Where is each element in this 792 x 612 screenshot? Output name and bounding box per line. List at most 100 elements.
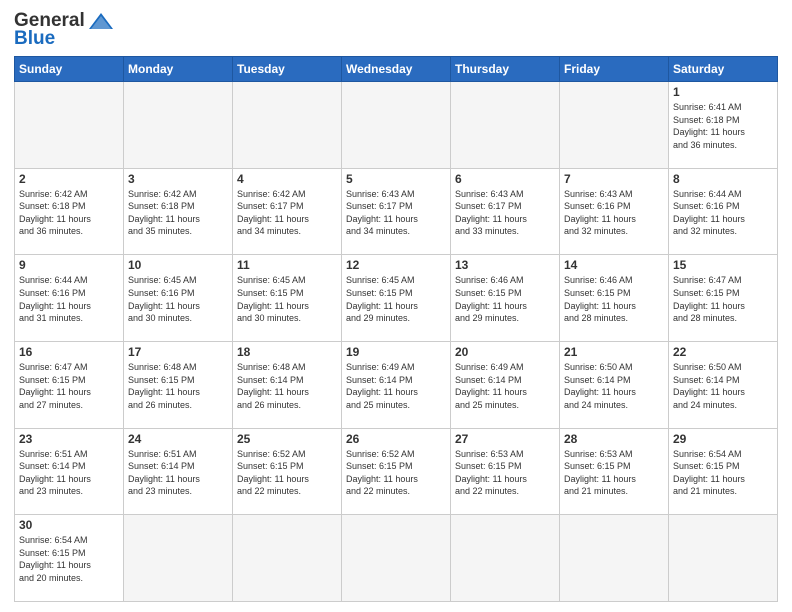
calendar-cell: 20Sunrise: 6:49 AM Sunset: 6:14 PM Dayli… xyxy=(451,341,560,428)
calendar-cell: 22Sunrise: 6:50 AM Sunset: 6:14 PM Dayli… xyxy=(669,341,778,428)
day-number: 3 xyxy=(128,172,228,186)
calendar-cell: 15Sunrise: 6:47 AM Sunset: 6:15 PM Dayli… xyxy=(669,255,778,342)
calendar-cell xyxy=(451,515,560,602)
calendar-cell xyxy=(124,82,233,169)
day-info: Sunrise: 6:48 AM Sunset: 6:14 PM Dayligh… xyxy=(237,361,337,411)
weekday-header-saturday: Saturday xyxy=(669,57,778,82)
day-number: 26 xyxy=(346,432,446,446)
day-info: Sunrise: 6:43 AM Sunset: 6:16 PM Dayligh… xyxy=(564,188,664,238)
day-info: Sunrise: 6:46 AM Sunset: 6:15 PM Dayligh… xyxy=(455,274,555,324)
day-number: 23 xyxy=(19,432,119,446)
calendar-cell xyxy=(124,515,233,602)
calendar-cell: 8Sunrise: 6:44 AM Sunset: 6:16 PM Daylig… xyxy=(669,168,778,255)
day-info: Sunrise: 6:42 AM Sunset: 6:17 PM Dayligh… xyxy=(237,188,337,238)
calendar-cell: 1 Sunrise: 6:41 AM Sunset: 6:18 PM Daylig… xyxy=(669,82,778,169)
day-info: Sunrise: 6:48 AM Sunset: 6:15 PM Dayligh… xyxy=(128,361,228,411)
calendar-cell: 30Sunrise: 6:54 AM Sunset: 6:15 PM Dayli… xyxy=(15,515,124,602)
calendar-week-row: 30Sunrise: 6:54 AM Sunset: 6:15 PM Dayli… xyxy=(15,515,778,602)
day-number: 18 xyxy=(237,345,337,359)
day-number: 8 xyxy=(673,172,773,186)
day-number: 13 xyxy=(455,258,555,272)
day-info: Sunrise: 6:54 AM Sunset: 6:15 PM Dayligh… xyxy=(673,448,773,498)
day-number: 4 xyxy=(237,172,337,186)
day-info: Sunrise: 6:49 AM Sunset: 6:14 PM Dayligh… xyxy=(346,361,446,411)
calendar-cell: 29 Sunrise: 6:54 AM Sunset: 6:15 PM Dayli… xyxy=(669,428,778,515)
day-info: Sunrise: 6:42 AM Sunset: 6:18 PM Dayligh… xyxy=(128,188,228,238)
calendar-cell: 9Sunrise: 6:44 AM Sunset: 6:16 PM Daylig… xyxy=(15,255,124,342)
calendar-cell: 3 Sunrise: 6:42 AM Sunset: 6:18 PM Daylig… xyxy=(124,168,233,255)
weekday-header-monday: Monday xyxy=(124,57,233,82)
day-number: 27 xyxy=(455,432,555,446)
day-number: 19 xyxy=(346,345,446,359)
day-info: Sunrise: 6:52 AM Sunset: 6:15 PM Dayligh… xyxy=(346,448,446,498)
day-info: Sunrise: 6:45 AM Sunset: 6:15 PM Dayligh… xyxy=(346,274,446,324)
day-number: 12 xyxy=(346,258,446,272)
calendar-cell: 17 Sunrise: 6:48 AM Sunset: 6:15 PM Dayli… xyxy=(124,341,233,428)
day-number: 1 xyxy=(673,85,773,99)
calendar-week-row: 1 Sunrise: 6:41 AM Sunset: 6:18 PM Daylig… xyxy=(15,82,778,169)
calendar-cell xyxy=(451,82,560,169)
day-info: Sunrise: 6:43 AM Sunset: 6:17 PM Dayligh… xyxy=(346,188,446,238)
day-number: 2 xyxy=(19,172,119,186)
day-number: 10 xyxy=(128,258,228,272)
calendar-cell xyxy=(560,82,669,169)
calendar-header: SundayMondayTuesdayWednesdayThursdayFrid… xyxy=(15,57,778,82)
day-number: 22 xyxy=(673,345,773,359)
calendar-cell: 27 Sunrise: 6:53 AM Sunset: 6:15 PM Dayli… xyxy=(451,428,560,515)
calendar-cell xyxy=(669,515,778,602)
day-number: 11 xyxy=(237,258,337,272)
day-number: 21 xyxy=(564,345,664,359)
calendar-cell: 7 Sunrise: 6:43 AM Sunset: 6:16 PM Daylig… xyxy=(560,168,669,255)
weekday-header-row: SundayMondayTuesdayWednesdayThursdayFrid… xyxy=(15,57,778,82)
day-info: Sunrise: 6:54 AM Sunset: 6:15 PM Dayligh… xyxy=(19,534,119,584)
day-number: 15 xyxy=(673,258,773,272)
calendar-cell: 28Sunrise: 6:53 AM Sunset: 6:15 PM Dayli… xyxy=(560,428,669,515)
calendar-cell: 5 Sunrise: 6:43 AM Sunset: 6:17 PM Daylig… xyxy=(342,168,451,255)
calendar-week-row: 2 Sunrise: 6:42 AM Sunset: 6:18 PM Daylig… xyxy=(15,168,778,255)
calendar-cell xyxy=(342,82,451,169)
day-number: 6 xyxy=(455,172,555,186)
day-number: 25 xyxy=(237,432,337,446)
calendar-cell: 6 Sunrise: 6:43 AM Sunset: 6:17 PM Daylig… xyxy=(451,168,560,255)
page: General Blue SundayMondayTuesdayWednesda… xyxy=(0,0,792,612)
day-info: Sunrise: 6:51 AM Sunset: 6:14 PM Dayligh… xyxy=(19,448,119,498)
calendar-cell: 24Sunrise: 6:51 AM Sunset: 6:14 PM Dayli… xyxy=(124,428,233,515)
day-number: 17 xyxy=(128,345,228,359)
day-number: 24 xyxy=(128,432,228,446)
calendar-cell: 18 Sunrise: 6:48 AM Sunset: 6:14 PM Dayli… xyxy=(233,341,342,428)
calendar-body: 1 Sunrise: 6:41 AM Sunset: 6:18 PM Daylig… xyxy=(15,82,778,602)
calendar-cell: 11Sunrise: 6:45 AM Sunset: 6:15 PM Dayli… xyxy=(233,255,342,342)
calendar-cell: 4 Sunrise: 6:42 AM Sunset: 6:17 PM Daylig… xyxy=(233,168,342,255)
day-info: Sunrise: 6:52 AM Sunset: 6:15 PM Dayligh… xyxy=(237,448,337,498)
day-info: Sunrise: 6:43 AM Sunset: 6:17 PM Dayligh… xyxy=(455,188,555,238)
day-number: 14 xyxy=(564,258,664,272)
weekday-header-tuesday: Tuesday xyxy=(233,57,342,82)
day-number: 7 xyxy=(564,172,664,186)
day-info: Sunrise: 6:41 AM Sunset: 6:18 PM Dayligh… xyxy=(673,101,773,151)
logo-area: General Blue xyxy=(14,10,115,50)
weekday-header-thursday: Thursday xyxy=(451,57,560,82)
day-info: Sunrise: 6:53 AM Sunset: 6:15 PM Dayligh… xyxy=(564,448,664,498)
calendar-cell: 19 Sunrise: 6:49 AM Sunset: 6:14 PM Dayli… xyxy=(342,341,451,428)
calendar-cell xyxy=(15,82,124,169)
calendar-cell: 26 Sunrise: 6:52 AM Sunset: 6:15 PM Dayli… xyxy=(342,428,451,515)
calendar-cell xyxy=(560,515,669,602)
day-number: 20 xyxy=(455,345,555,359)
logo-blue: Blue xyxy=(14,28,55,50)
calendar-cell: 16Sunrise: 6:47 AM Sunset: 6:15 PM Dayli… xyxy=(15,341,124,428)
calendar-week-row: 16Sunrise: 6:47 AM Sunset: 6:15 PM Dayli… xyxy=(15,341,778,428)
header: General Blue xyxy=(14,10,778,50)
day-number: 16 xyxy=(19,345,119,359)
day-info: Sunrise: 6:53 AM Sunset: 6:15 PM Dayligh… xyxy=(455,448,555,498)
calendar-cell: 21 Sunrise: 6:50 AM Sunset: 6:14 PM Dayli… xyxy=(560,341,669,428)
day-info: Sunrise: 6:50 AM Sunset: 6:14 PM Dayligh… xyxy=(564,361,664,411)
day-number: 29 xyxy=(673,432,773,446)
day-info: Sunrise: 6:46 AM Sunset: 6:15 PM Dayligh… xyxy=(564,274,664,324)
weekday-header-sunday: Sunday xyxy=(15,57,124,82)
calendar-cell xyxy=(233,82,342,169)
logo-icon xyxy=(87,11,115,31)
calendar-cell xyxy=(233,515,342,602)
day-info: Sunrise: 6:45 AM Sunset: 6:16 PM Dayligh… xyxy=(128,274,228,324)
day-number: 5 xyxy=(346,172,446,186)
calendar-cell: 14 Sunrise: 6:46 AM Sunset: 6:15 PM Dayli… xyxy=(560,255,669,342)
